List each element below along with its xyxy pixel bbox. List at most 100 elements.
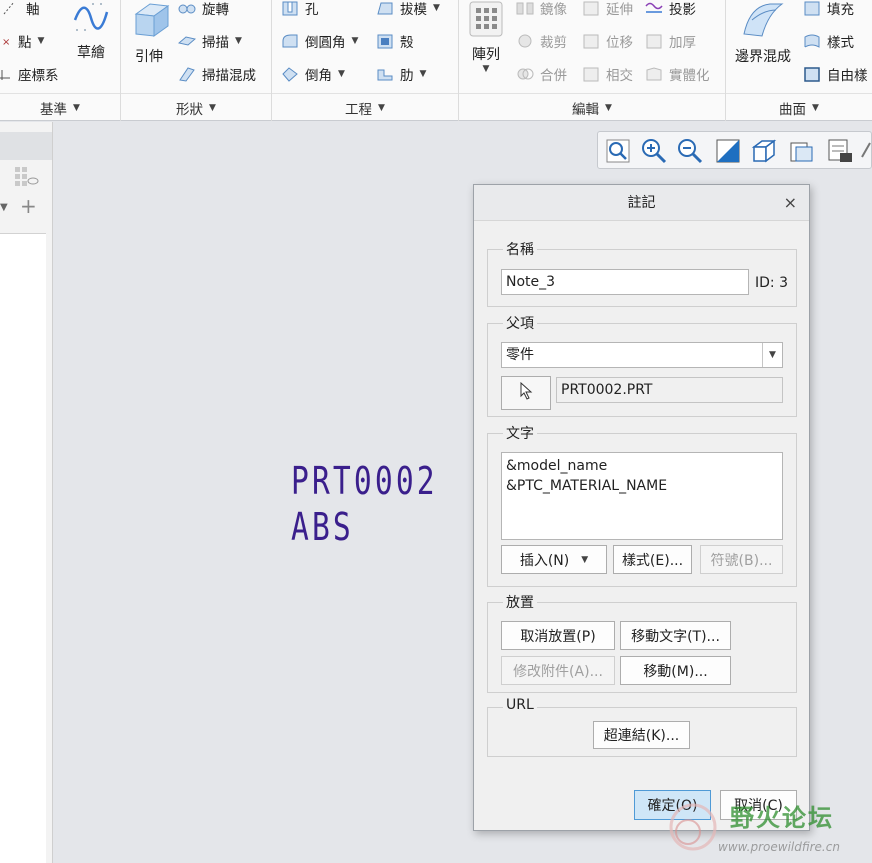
shell-button[interactable]: 殼 xyxy=(376,31,414,51)
model-note-line1[interactable]: PRT0002 xyxy=(291,461,438,501)
hole-icon xyxy=(281,0,299,16)
parent-type-select[interactable]: 零件 ▼ xyxy=(501,342,783,368)
thicken-button[interactable]: 加厚 xyxy=(645,31,696,51)
tree-filter-icon[interactable] xyxy=(14,166,40,190)
note-dialog: 註記 × 名稱 Note_3 ID: 3 父項 零件 ▼ PRT0002.PRT… xyxy=(473,184,810,831)
select-parent-button[interactable] xyxy=(501,376,551,410)
pattern-icon xyxy=(468,0,504,38)
extrude-button[interactable]: 引伸 xyxy=(128,0,170,66)
forum-watermark: 野火论坛 www.proewildfire.cn xyxy=(660,790,872,863)
surfaces-group-label[interactable]: 曲面 ▼ xyxy=(726,93,872,121)
chevron-down-icon[interactable]: ▼ xyxy=(762,343,782,367)
repaint-icon[interactable] xyxy=(714,137,742,165)
rib-button[interactable]: 肋 ▼ xyxy=(376,64,426,84)
draft-button[interactable]: 拔模 ▼ xyxy=(376,0,440,18)
extend-icon xyxy=(582,0,600,16)
intersect-button[interactable]: 相交 xyxy=(582,64,633,84)
insert-button[interactable]: 插入(N) ▼ xyxy=(501,545,607,574)
view-toolbar xyxy=(597,131,872,169)
trim-button[interactable]: 裁剪 xyxy=(516,31,567,51)
boundary-blend-button[interactable]: 邊界混成 xyxy=(733,0,793,66)
name-section: 名稱 Note_3 ID: 3 xyxy=(487,239,797,307)
note-text-line: &PTC_MATERIAL_NAME xyxy=(506,478,668,494)
more-tools-icon[interactable] xyxy=(860,137,872,165)
placement-section-label: 放置 xyxy=(503,592,537,612)
watermark-url: www.proewildfire.cn xyxy=(718,840,840,854)
shapes-group-label[interactable]: 形狀 ▼ xyxy=(121,93,271,121)
cursor-arrow-icon xyxy=(519,381,533,404)
chevron-down-icon[interactable]: ▼ xyxy=(0,202,8,213)
text-section-label: 文字 xyxy=(503,423,537,443)
watermark-logo-icon xyxy=(664,798,722,856)
sweep-button[interactable]: 掃描 ▼ xyxy=(177,31,242,51)
modify-attachment-button[interactable]: 修改附件(A)... xyxy=(501,656,615,685)
project-icon xyxy=(645,0,663,16)
engineering-group-label[interactable]: 工程 ▼ xyxy=(272,93,458,121)
solidify-icon xyxy=(645,66,663,82)
add-icon[interactable]: + xyxy=(20,196,37,216)
sketch-icon xyxy=(71,0,111,36)
zoom-out-icon[interactable] xyxy=(676,137,704,165)
move-text-button[interactable]: 移動文字(T)... xyxy=(620,621,731,650)
freestyle-button[interactable]: 自由樣 xyxy=(803,64,868,84)
revolve-icon xyxy=(178,0,196,16)
zoom-in-icon[interactable] xyxy=(640,137,668,165)
editing-group-label[interactable]: 編輯 ▼ xyxy=(459,93,725,121)
note-id-label: ID: 3 xyxy=(755,275,788,291)
move-button[interactable]: 移動(M)... xyxy=(620,656,731,685)
thicken-icon xyxy=(645,33,663,49)
swept-blend-button[interactable]: 掃描混成 xyxy=(178,64,256,84)
coord-sys-button[interactable]: 座標系 xyxy=(0,64,59,84)
sketch-button[interactable]: 草繪 xyxy=(70,0,112,62)
panel-header xyxy=(0,132,52,160)
display-style-icon[interactable] xyxy=(750,137,778,165)
parent-section-label: 父項 xyxy=(503,313,537,333)
mirror-button[interactable]: 鏡像 xyxy=(516,0,567,18)
unplace-button[interactable]: 取消放置(P) xyxy=(501,621,615,650)
point-button[interactable]: × 點 ▼ xyxy=(2,31,44,51)
pattern-button[interactable]: 陣列 ▼ xyxy=(466,0,506,74)
text-section: 文字 &model_name &PTC_MATERIAL_NAME 插入(N) ▼… xyxy=(487,423,797,587)
solidify-button[interactable]: 實體化 xyxy=(645,64,710,84)
parent-section: 父項 零件 ▼ PRT0002.PRT xyxy=(487,313,797,417)
round-icon xyxy=(281,33,299,49)
note-text-area[interactable]: &model_name &PTC_MATERIAL_NAME xyxy=(501,452,783,540)
revolve-button[interactable]: 旋轉 xyxy=(178,0,229,18)
project-button[interactable]: 投影 xyxy=(645,0,696,18)
parent-ref-field: PRT0002.PRT xyxy=(556,377,783,403)
shell-icon xyxy=(376,33,394,49)
ribbon: 軸 × 點 ▼ 座標系 草繪 基準 ▼ 引伸 旋轉 掃描 ▼ 掃描混成 形狀 ▼ 孔 倒圓… xyxy=(0,0,872,121)
datum-group-label[interactable]: 基準 ▼ xyxy=(0,93,120,121)
boundary-blend-icon xyxy=(740,0,786,40)
fill-icon xyxy=(803,0,821,16)
text-style-button[interactable]: 樣式(E)... xyxy=(613,545,692,574)
close-icon[interactable]: × xyxy=(784,185,797,221)
chevron-down-icon: ▼ xyxy=(581,554,589,565)
note-text-line: &model_name xyxy=(506,458,608,474)
extend-button[interactable]: 延伸 xyxy=(582,0,633,18)
view-manager-icon[interactable] xyxy=(826,137,854,165)
name-section-label: 名稱 xyxy=(503,239,537,259)
round-button[interactable]: 倒圓角 ▼ xyxy=(281,31,358,51)
axis-button[interactable]: 軸 xyxy=(2,0,40,18)
offset-button[interactable]: 位移 xyxy=(582,31,633,51)
watermark-title: 野火论坛 xyxy=(730,804,834,832)
merge-button[interactable]: 合併 xyxy=(516,64,567,84)
coord-sys-icon xyxy=(0,66,12,82)
hyperlink-button[interactable]: 超連結(K)... xyxy=(593,721,690,749)
model-note-line2[interactable]: ABS xyxy=(291,507,354,547)
dialog-title: 註記 xyxy=(474,185,809,221)
trim-icon xyxy=(516,33,534,49)
freestyle-icon xyxy=(803,66,821,82)
style-button[interactable]: 樣式 xyxy=(803,31,854,51)
name-input[interactable]: Note_3 xyxy=(501,269,749,295)
fill-button[interactable]: 填充 xyxy=(803,0,854,18)
refit-icon[interactable] xyxy=(604,137,632,165)
chamfer-button[interactable]: 倒角 ▼ xyxy=(281,64,345,84)
saved-orientations-icon[interactable] xyxy=(788,137,816,165)
url-section-label: URL xyxy=(503,697,537,713)
symbol-button[interactable]: 符號(B)... xyxy=(700,545,783,574)
model-tree xyxy=(0,233,46,863)
hole-button[interactable]: 孔 xyxy=(281,0,319,18)
swept-blend-icon xyxy=(178,66,196,82)
